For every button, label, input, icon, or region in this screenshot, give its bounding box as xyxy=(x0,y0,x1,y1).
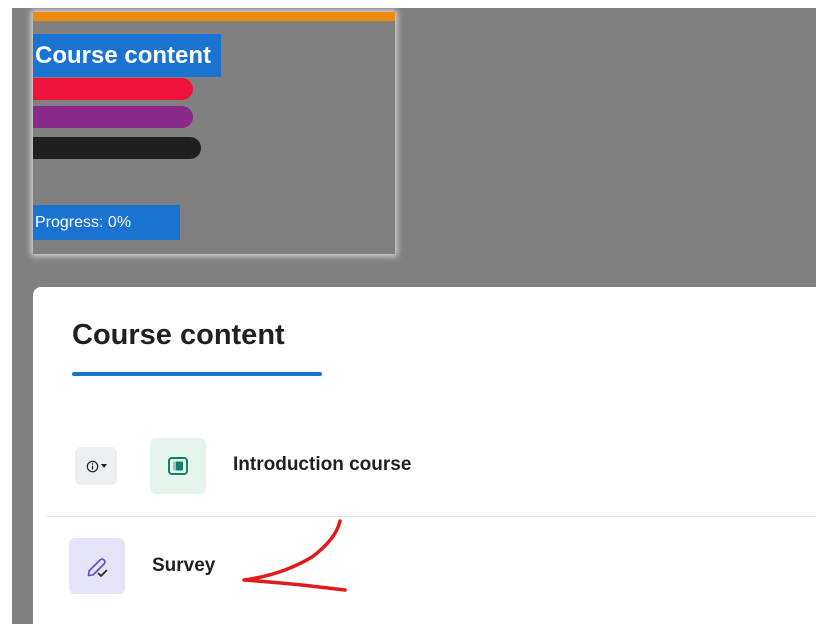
survey-pencil-icon xyxy=(69,538,125,594)
info-icon xyxy=(86,460,98,472)
course-card-bar-red xyxy=(33,78,193,100)
page-icon xyxy=(150,438,206,494)
course-card-accent-bar xyxy=(33,12,395,21)
activity-row-introduction: Introduction course xyxy=(47,437,816,495)
heading-underline xyxy=(72,372,322,376)
course-content-panel: Course content Introduction course Surve… xyxy=(33,287,816,624)
activity-divider xyxy=(47,516,816,517)
course-card-title: Course content xyxy=(33,34,222,77)
activity-link-introduction[interactable]: Introduction course xyxy=(233,454,411,476)
panel-heading: Course content xyxy=(72,319,285,351)
activity-row-survey: Survey xyxy=(47,538,816,594)
course-card-bar-purple xyxy=(33,106,193,128)
course-card-bar-black xyxy=(33,137,201,159)
activity-info-button[interactable] xyxy=(75,447,117,485)
caret-down-icon xyxy=(100,464,107,468)
course-card-progress: Progress: 0% xyxy=(33,205,180,240)
course-card[interactable]: Course content Progress: 0% xyxy=(33,12,395,254)
activity-link-survey[interactable]: Survey xyxy=(152,555,215,577)
